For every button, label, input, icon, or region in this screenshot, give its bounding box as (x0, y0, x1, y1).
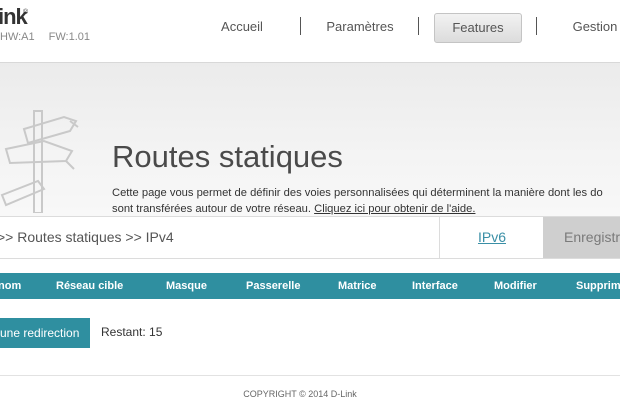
add-redirection-button[interactable]: une redirection (0, 318, 90, 348)
nav-accueil[interactable]: Accueil (200, 13, 284, 41)
nav-divider (418, 17, 419, 35)
hardware-version: HW:A1 (0, 31, 35, 43)
help-link[interactable]: Cliquez ici pour obtenir de l'aide. (314, 203, 475, 215)
column-header-interface: Interface (412, 280, 458, 292)
description-line: Cette page vous permet de définir des vo… (112, 187, 603, 199)
nav-gestion[interactable]: Gestion (560, 13, 620, 41)
top-header: ink ® HW:A1 FW:1.01 Accueil Paramètres Fe… (0, 0, 620, 62)
nav-features[interactable]: Features (434, 13, 522, 43)
routes-table-header: nom Réseau cible Masque Passerelle Matri… (0, 273, 620, 299)
nav-divider (300, 17, 301, 35)
column-header-mask: Masque (166, 280, 207, 292)
column-header-delete: Supprim (576, 280, 620, 292)
version-info: HW:A1 FW:1.01 (0, 31, 104, 43)
column-header-gateway: Passerelle (246, 280, 301, 292)
save-button[interactable]: Enregistr (543, 217, 620, 258)
column-header-edit: Modifier (494, 280, 537, 292)
column-header-metric: Matrice (338, 280, 377, 292)
brand-logo: ink (0, 4, 28, 29)
registered-mark: ® (23, 9, 29, 16)
description-text: sont transférées autour de votre réseau. (112, 203, 312, 215)
nav-divider (536, 17, 537, 35)
footer-divider (0, 375, 620, 376)
remaining-count: Restant: 15 (101, 325, 163, 339)
breadcrumb-bar: >> Routes statiques >> IPv4 IPv6 Enregis… (0, 216, 620, 259)
column-header-name: nom (0, 280, 22, 292)
copyright: COPYRIGHT © 2014 D-Link (243, 389, 357, 399)
nav-parametres[interactable]: Paramètres (316, 13, 404, 41)
breadcrumb: >> Routes statiques >> IPv4 (0, 229, 174, 245)
page-banner: Routes statiques Cette page vous permet … (0, 62, 620, 217)
page-description: Cette page vous permet de définir des vo… (112, 185, 620, 217)
column-header-target-network: Réseau cible (56, 280, 124, 292)
description-line: sont transférées autour de votre réseau.… (112, 201, 620, 217)
tab-ipv6[interactable]: IPv6 (439, 217, 544, 258)
signpost-icon (0, 110, 79, 213)
page-title: Routes statiques (112, 139, 343, 174)
firmware-version: FW:1.01 (48, 31, 91, 43)
